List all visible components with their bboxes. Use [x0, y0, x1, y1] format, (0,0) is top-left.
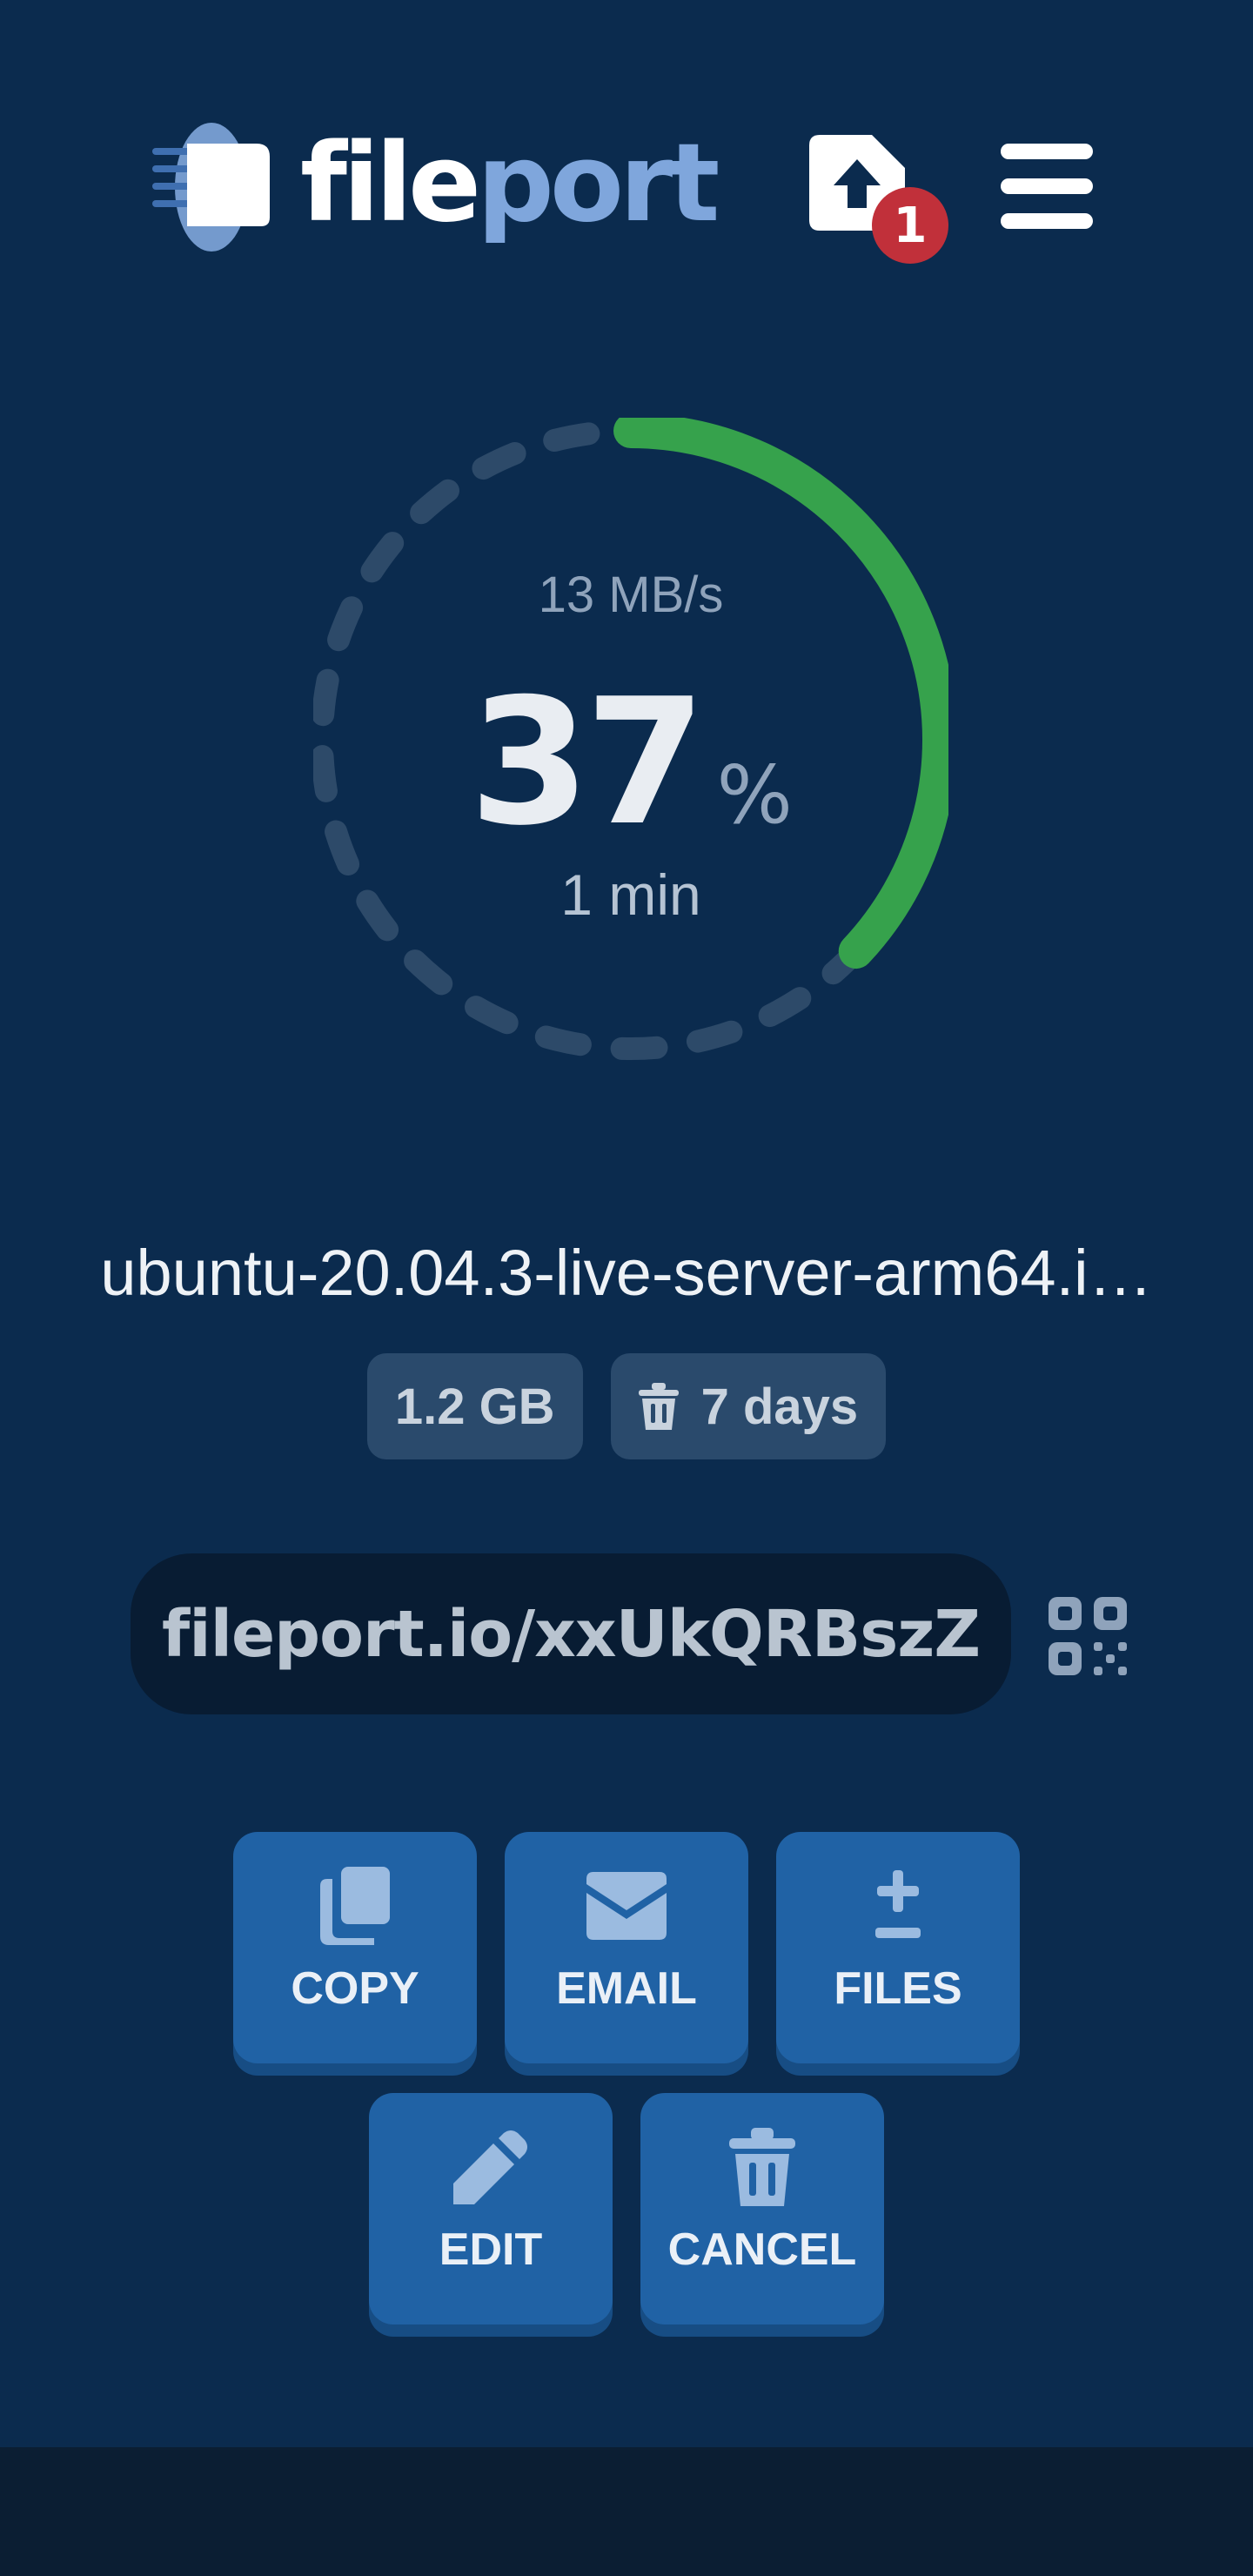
- file-info-chips: 1.2 GB 7 days: [0, 1353, 1253, 1459]
- time-remaining: 1 min: [560, 862, 701, 927]
- files-button[interactable]: FILES: [776, 1832, 1020, 2063]
- menu-button[interactable]: [1001, 139, 1096, 235]
- bottom-bar: [0, 2447, 1253, 2576]
- file-size: 1.2 GB: [394, 1378, 555, 1435]
- upload-count-badge: 1: [872, 187, 948, 264]
- files-label: FILES: [834, 1963, 962, 2014]
- envelope-icon: [586, 1872, 667, 1940]
- add-file-icon: [875, 1870, 921, 1938]
- uploads-button[interactable]: 1: [809, 135, 957, 274]
- expiry-value: 7 days: [700, 1378, 859, 1435]
- copy-label: COPY: [291, 1963, 419, 2014]
- edit-button[interactable]: EDIT: [369, 2093, 613, 2324]
- qr-code-icon: [1049, 1597, 1127, 1675]
- action-buttons: COPY EMAIL FILES EDIT CANCEL: [0, 1832, 1253, 2324]
- hamburger-menu-icon: [1001, 144, 1093, 229]
- email-label: EMAIL: [556, 1963, 697, 2014]
- upload-progress-ring: 13 MB/s 37% 1 min: [313, 418, 948, 1062]
- transfer-speed: 13 MB/s: [538, 567, 724, 623]
- app-header: fileport 1: [0, 113, 1253, 264]
- share-link-row: fileport.io/xxUkQRBszZ: [131, 1553, 1131, 1714]
- cancel-label: CANCEL: [667, 2224, 857, 2275]
- cancel-button[interactable]: CANCEL: [640, 2093, 884, 2324]
- logo-wordmark: fileport: [300, 130, 720, 238]
- percent-sign: %: [716, 748, 793, 842]
- logo-mark-icon: [152, 123, 270, 252]
- trash-icon: [638, 1383, 679, 1430]
- logo-text-port: port: [477, 121, 720, 246]
- edit-label: EDIT: [439, 2224, 543, 2275]
- copy-icon: [320, 1867, 390, 1945]
- fileport-logo[interactable]: fileport: [152, 122, 720, 252]
- logo-text-file: file: [300, 121, 481, 246]
- expiry-chip: 7 days: [610, 1353, 887, 1459]
- percent-value: 37: [469, 661, 706, 864]
- percent-display: 37%: [313, 661, 948, 864]
- share-link-field[interactable]: fileport.io/xxUkQRBszZ: [131, 1553, 1011, 1714]
- pencil-icon: [453, 2130, 527, 2204]
- file-size-chip: 1.2 GB: [366, 1353, 583, 1459]
- email-button[interactable]: EMAIL: [505, 1832, 748, 2063]
- trash-icon: [729, 2128, 795, 2206]
- qr-code-button[interactable]: [1049, 1597, 1127, 1675]
- copy-button[interactable]: COPY: [233, 1832, 477, 2063]
- file-name: ubuntu-20.04.3-live-server-arm64.i…: [100, 1237, 1153, 1309]
